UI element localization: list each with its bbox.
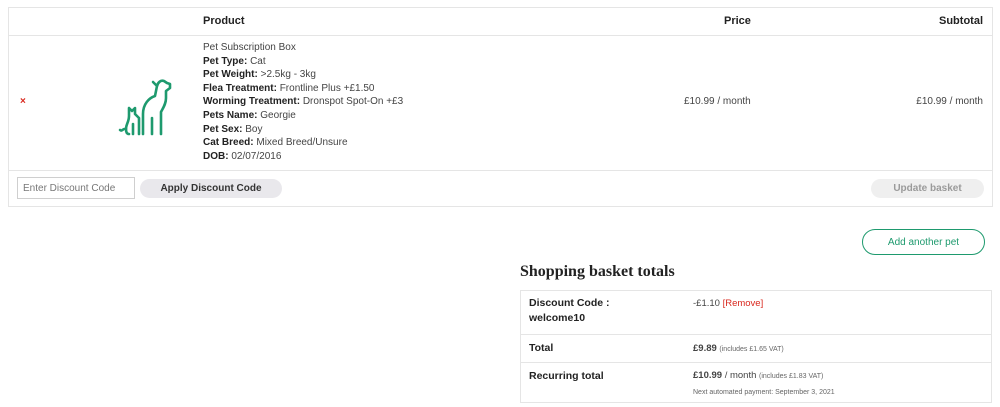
total-label: Total [529,342,554,354]
header-product: Product [203,15,245,27]
recurring-value: £10.99 / month (includes £1.83 VAT) Next… [693,369,835,399]
add-another-pet-button[interactable]: Add another pet [862,229,985,255]
discount-value: -£1.10 [Remove] [693,297,763,310]
attr-pet-weight: Pet Weight: >2.5kg - 3kg [203,69,316,81]
recurring-amount: £10.99 [693,370,723,381]
recurring-row: Recurring total £10.99 / month (includes… [521,363,991,402]
discount-code-input[interactable] [17,177,135,199]
recurring-period: / month [722,370,757,381]
product-details: Pet Subscription Box Pet Type: Cat Pet W… [203,41,583,163]
dog-and-cat-icon[interactable] [117,74,173,136]
discount-amount: -£1.10 [693,298,720,309]
totals-title: Shopping basket totals [520,263,675,280]
apply-discount-button[interactable]: Apply Discount Code [140,179,282,198]
next-payment-note: Next automated payment: September 3, 202… [693,389,835,396]
product-name[interactable]: Pet Subscription Box [203,41,583,55]
attr-flea-treatment: Flea Treatment: Frontline Plus +£1.50 [203,82,375,94]
cart-header-row: Product Price Subtotal [9,8,992,36]
totals-table: Discount Code : welcome10 -£1.10 [Remove… [520,290,992,403]
item-subtotal: £10.99 / month [916,96,983,107]
total-value: £9.89 (includes £1.65 VAT) [693,342,784,356]
recurring-vat: (includes £1.83 VAT) [759,373,824,380]
recurring-label: Recurring total [529,370,604,382]
attr-worming-treatment: Worming Treatment: Dronspot Spot-On +£3 [203,96,404,108]
cart-table: Product Price Subtotal × Pet Subscriptio… [8,7,993,207]
attr-pets-name: Pets Name: Georgie [203,109,296,121]
cart-item-row: × Pet Subscription Box Pet Type: Cat Pet… [9,36,992,171]
attr-cat-breed: Cat Breed: Mixed Breed/Unsure [203,137,348,149]
total-amount: £9.89 [693,343,717,354]
remove-discount-link[interactable]: [Remove] [723,298,764,309]
total-vat: (includes £1.65 VAT) [719,346,784,353]
total-row: Total £9.89 (includes £1.65 VAT) [521,335,991,363]
item-price: £10.99 / month [684,96,751,107]
remove-item-icon[interactable]: × [20,96,26,107]
discount-row: Discount Code : welcome10 -£1.10 [Remove… [521,291,991,335]
attr-pet-type: Pet Type: Cat [203,55,266,67]
header-price: Price [724,15,751,27]
header-subtotal: Subtotal [939,15,983,27]
attr-pet-sex: Pet Sex: Boy [203,123,263,135]
discount-label: Discount Code : welcome10 [529,297,610,324]
attr-dob: DOB: 02/07/2016 [203,150,282,162]
cart-actions: Apply Discount Code Update basket [9,172,992,206]
update-basket-button[interactable]: Update basket [871,179,984,198]
